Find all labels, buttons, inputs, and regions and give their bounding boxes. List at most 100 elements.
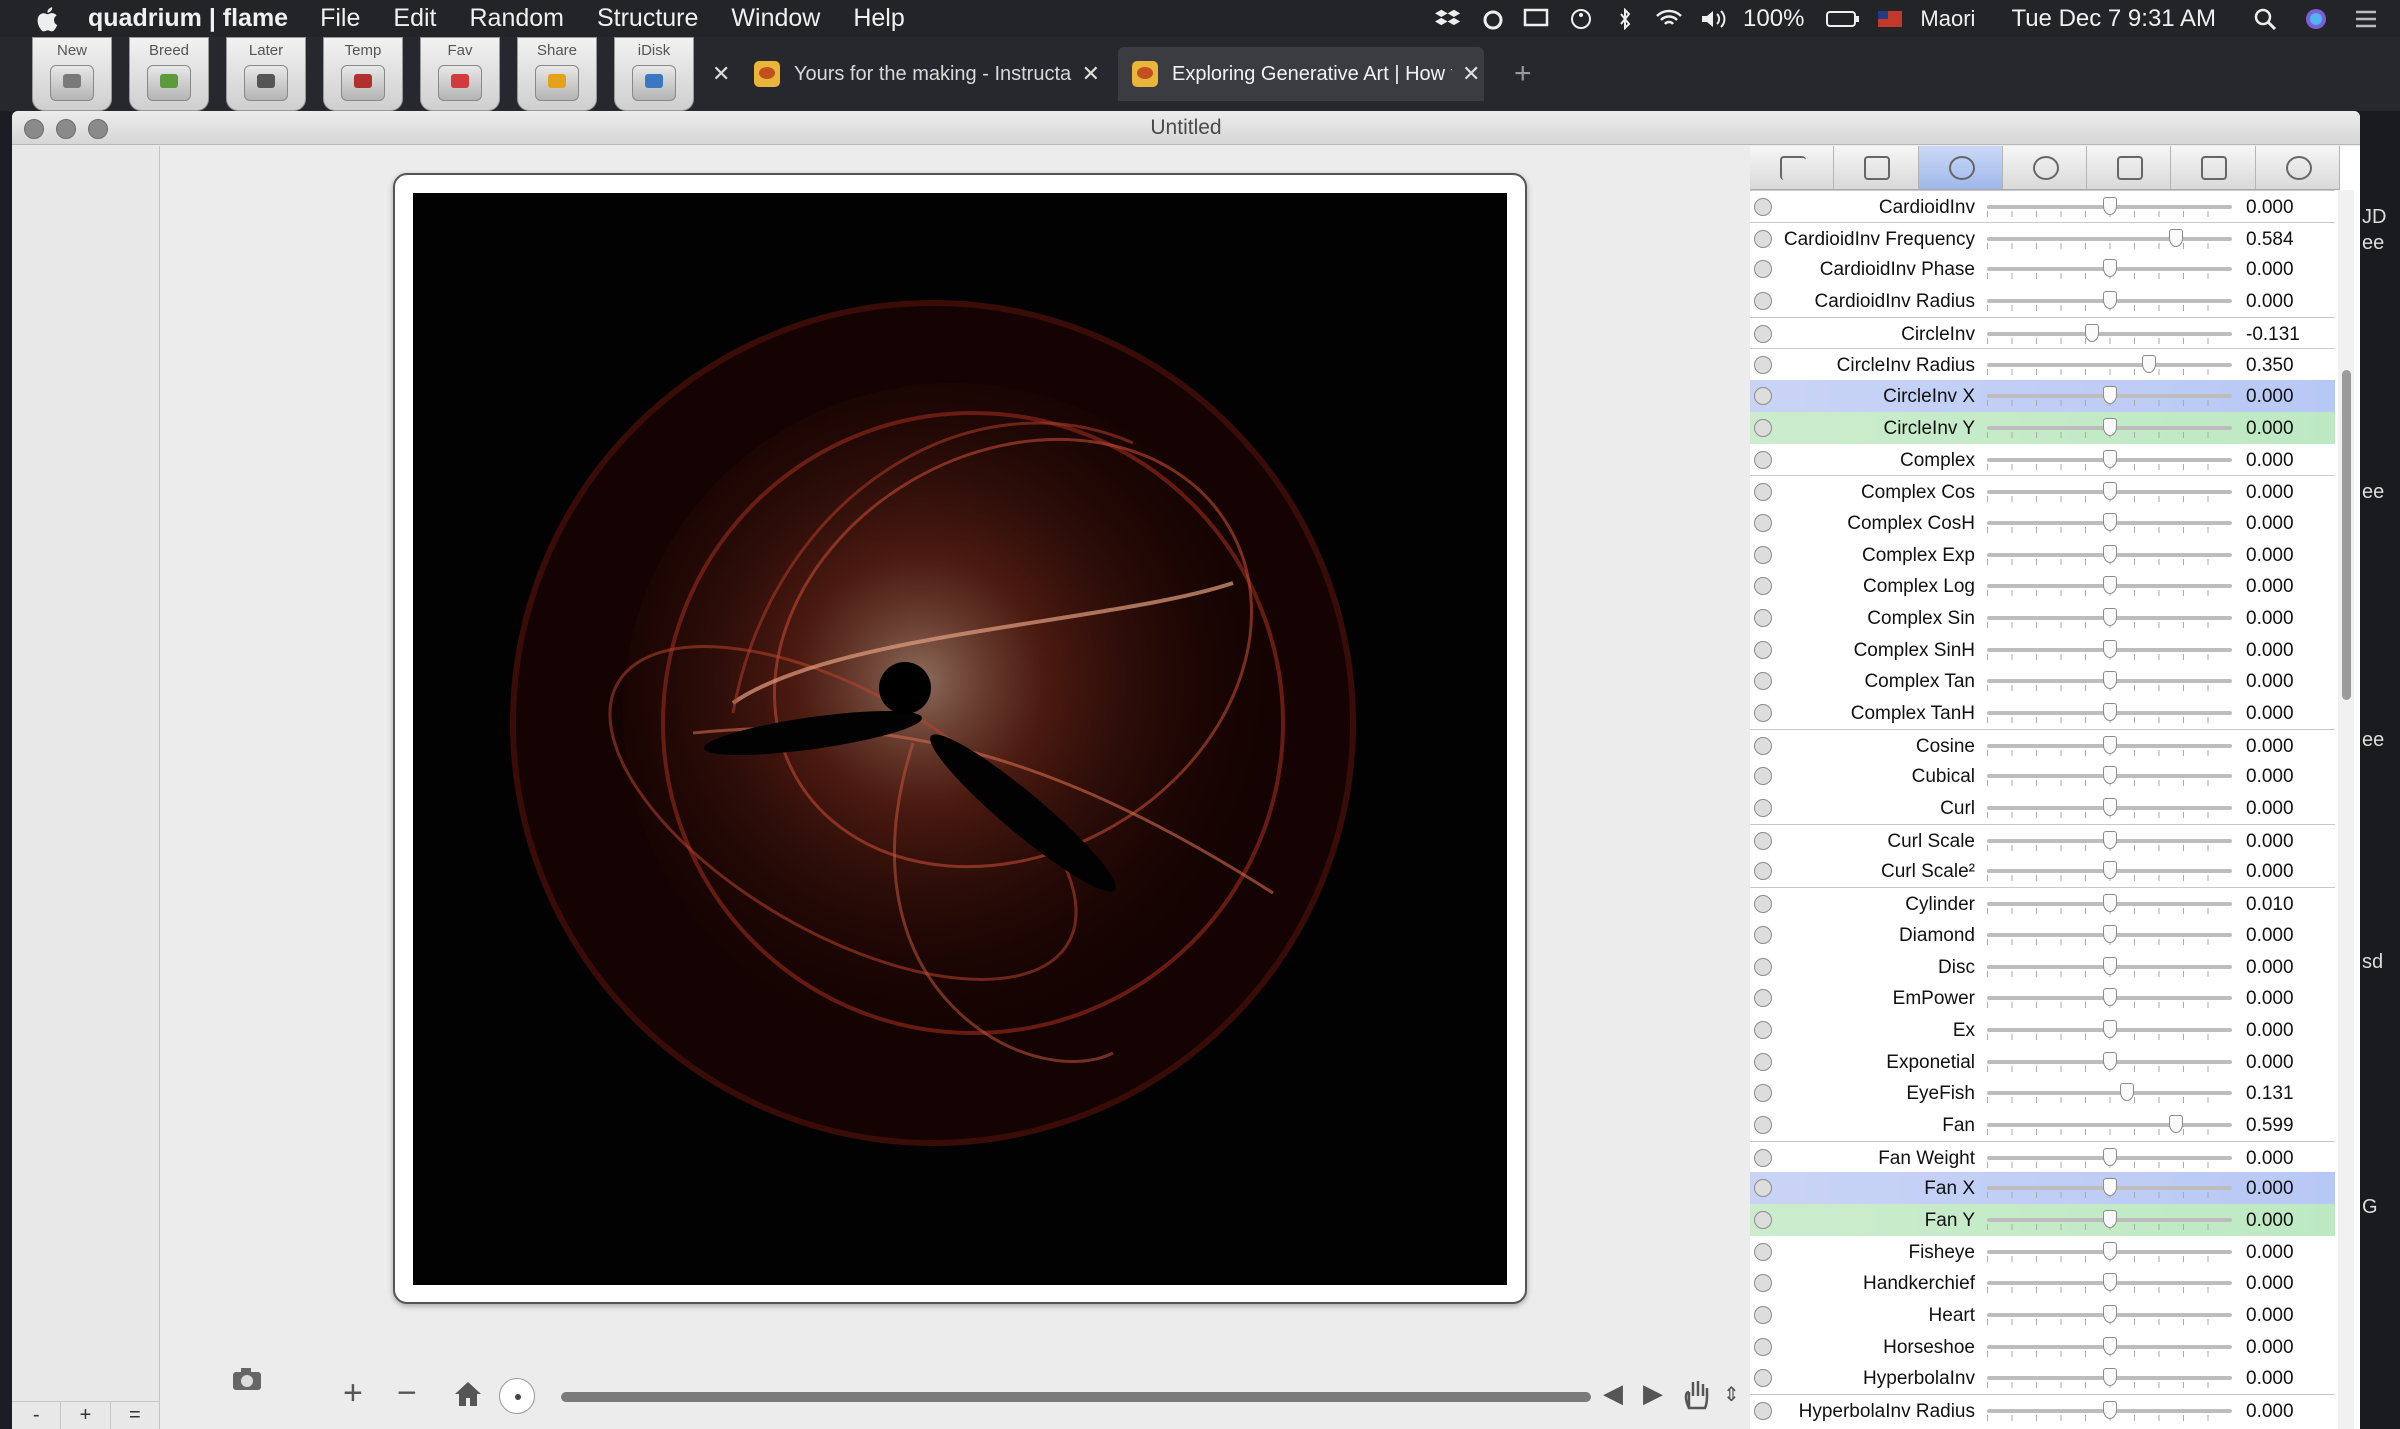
variations-scrollbar[interactable] bbox=[2338, 190, 2354, 1429]
siri-icon[interactable] bbox=[2302, 8, 2330, 30]
variation-slider-thumb[interactable] bbox=[2102, 703, 2117, 721]
minimize-window-icon[interactable] bbox=[56, 119, 76, 139]
previous-icon[interactable]: ◀ bbox=[1603, 1378, 1623, 1409]
variation-value[interactable]: 0.000 bbox=[2246, 291, 2294, 313]
variation-slider-thumb[interactable] bbox=[2102, 1210, 2117, 1228]
lock-toggle-icon[interactable] bbox=[1754, 324, 1772, 343]
variation-value[interactable]: 0.000 bbox=[2246, 1242, 2294, 1264]
lock-toggle-icon[interactable] bbox=[1754, 608, 1772, 627]
notification-center-icon[interactable] bbox=[2352, 8, 2380, 30]
variation-value[interactable]: 0.584 bbox=[2246, 229, 2294, 251]
variation-value[interactable]: 0.000 bbox=[2246, 861, 2294, 883]
variation-value[interactable]: 0.000 bbox=[2246, 545, 2294, 567]
close-icon[interactable]: ✕ bbox=[712, 61, 730, 87]
variation-value[interactable]: -0.131 bbox=[2246, 324, 2300, 346]
variation-value[interactable]: 0.000 bbox=[2246, 1401, 2294, 1423]
scrollbar-thumb[interactable] bbox=[2342, 370, 2351, 700]
variation-slider-thumb[interactable] bbox=[2102, 988, 2117, 1007]
variation-value[interactable]: 0.000 bbox=[2246, 766, 2294, 788]
lock-toggle-icon[interactable] bbox=[1754, 1020, 1772, 1039]
close-icon[interactable]: ✕ bbox=[1082, 61, 1100, 87]
variation-value[interactable]: 0.000 bbox=[2246, 1020, 2294, 1042]
variation-value[interactable]: 0.000 bbox=[2246, 736, 2294, 758]
variation-value[interactable]: 0.000 bbox=[2246, 1148, 2294, 1170]
lock-toggle-icon[interactable] bbox=[1754, 640, 1772, 659]
variation-slider-thumb[interactable] bbox=[2102, 544, 2117, 563]
accessibility-icon[interactable] bbox=[1567, 8, 1595, 30]
dropbox-icon[interactable] bbox=[1435, 8, 1463, 30]
variation-slider-thumb[interactable] bbox=[2119, 1083, 2134, 1102]
variation-value[interactable]: 0.000 bbox=[2246, 1210, 2294, 1232]
variation-value[interactable]: 0.000 bbox=[2246, 1273, 2294, 1295]
variation-value[interactable]: 0.000 bbox=[2246, 386, 2294, 408]
variation-slider-thumb[interactable] bbox=[2102, 417, 2117, 436]
zoom-in-icon[interactable]: + bbox=[343, 1374, 363, 1413]
variation-slider-thumb[interactable] bbox=[2168, 1114, 2183, 1133]
lock-toggle-icon[interactable] bbox=[1754, 989, 1772, 1008]
variation-slider-thumb[interactable] bbox=[2102, 671, 2117, 690]
variation-value[interactable]: 0.000 bbox=[2246, 1368, 2294, 1390]
close-window-icon[interactable] bbox=[24, 119, 44, 139]
lock-toggle-icon[interactable] bbox=[1754, 1211, 1772, 1229]
wifi-icon[interactable] bbox=[1655, 8, 1683, 30]
variation-value[interactable]: 0.000 bbox=[2246, 418, 2294, 440]
stepper-icon[interactable]: ⇕ bbox=[1723, 1382, 1740, 1407]
menu-file[interactable]: File bbox=[320, 4, 360, 33]
volume-icon[interactable] bbox=[1699, 8, 1727, 30]
fractal-flame-render[interactable] bbox=[413, 193, 1507, 1285]
variation-slider-thumb[interactable] bbox=[2102, 1368, 2117, 1387]
variation-slider-thumb[interactable] bbox=[2102, 766, 2117, 785]
variation-slider-thumb[interactable] bbox=[2102, 894, 2117, 913]
variation-value[interactable]: 0.000 bbox=[2246, 1052, 2294, 1074]
idisk-button[interactable]: iDisk bbox=[614, 37, 694, 111]
variation-slider-track[interactable] bbox=[1987, 1091, 2232, 1096]
lock-toggle-icon[interactable] bbox=[1754, 260, 1772, 279]
lock-toggle-icon[interactable] bbox=[1754, 1402, 1772, 1421]
lock-toggle-icon[interactable] bbox=[1754, 1274, 1772, 1293]
lock-toggle-icon[interactable] bbox=[1754, 895, 1772, 914]
tab-animation[interactable] bbox=[2171, 146, 2256, 189]
variation-value[interactable]: 0.000 bbox=[2246, 703, 2294, 725]
lock-toggle-icon[interactable] bbox=[1754, 198, 1772, 216]
variation-value[interactable]: 0.599 bbox=[2246, 1115, 2294, 1137]
variation-slider-thumb[interactable] bbox=[2102, 1019, 2117, 1038]
remove-button[interactable]: - bbox=[12, 1402, 62, 1429]
tab-close-hidden[interactable]: ✕ bbox=[688, 47, 730, 101]
variation-value[interactable]: 0.000 bbox=[2246, 482, 2294, 504]
zoom-slider-knob[interactable] bbox=[499, 1378, 535, 1414]
new-button[interactable]: New bbox=[32, 37, 112, 111]
lock-toggle-icon[interactable] bbox=[1754, 545, 1772, 564]
variation-slider-thumb[interactable] bbox=[2102, 1273, 2117, 1292]
variation-slider-thumb[interactable] bbox=[2102, 798, 2117, 817]
menu-window[interactable]: Window bbox=[731, 4, 820, 33]
variation-slider-thumb[interactable] bbox=[2102, 512, 2117, 531]
tab-adjust[interactable] bbox=[1834, 146, 1919, 189]
menu-help[interactable]: Help bbox=[853, 4, 904, 33]
lock-toggle-icon[interactable] bbox=[1754, 513, 1772, 532]
variation-slider-track[interactable] bbox=[1987, 363, 2232, 368]
variation-slider-thumb[interactable] bbox=[2102, 449, 2117, 468]
menu-random[interactable]: Random bbox=[469, 4, 564, 33]
lock-toggle-icon[interactable] bbox=[1754, 925, 1772, 944]
battery-icon[interactable] bbox=[1826, 8, 1860, 30]
fav-button[interactable]: Fav bbox=[420, 37, 500, 111]
lock-toggle-icon[interactable] bbox=[1754, 1052, 1772, 1071]
tab-variations[interactable] bbox=[1918, 146, 2003, 189]
temp-button[interactable]: Temp bbox=[323, 37, 403, 111]
lock-toggle-icon[interactable] bbox=[1754, 831, 1772, 850]
tab-info[interactable] bbox=[2256, 146, 2340, 189]
home-icon[interactable] bbox=[453, 1380, 483, 1408]
variation-slider-thumb[interactable] bbox=[2102, 1401, 2117, 1420]
variation-slider-thumb[interactable] bbox=[2102, 291, 2117, 310]
app-name-menu[interactable]: quadrium | flame bbox=[88, 4, 288, 33]
variation-slider-thumb[interactable] bbox=[2102, 956, 2117, 975]
menu-edit[interactable]: Edit bbox=[393, 4, 436, 33]
variation-value[interactable]: 0.010 bbox=[2246, 894, 2294, 916]
variation-slider-thumb[interactable] bbox=[2102, 639, 2117, 658]
display-icon[interactable] bbox=[1523, 8, 1551, 30]
variation-value[interactable]: 0.000 bbox=[2246, 513, 2294, 535]
variation-slider-thumb[interactable] bbox=[2102, 1178, 2117, 1197]
variation-slider-track[interactable] bbox=[1987, 331, 2232, 336]
variation-value[interactable]: 0.131 bbox=[2246, 1083, 2294, 1105]
tab-generative-art[interactable]: Exploring Generative Art | How t ✕ bbox=[1118, 47, 1484, 101]
